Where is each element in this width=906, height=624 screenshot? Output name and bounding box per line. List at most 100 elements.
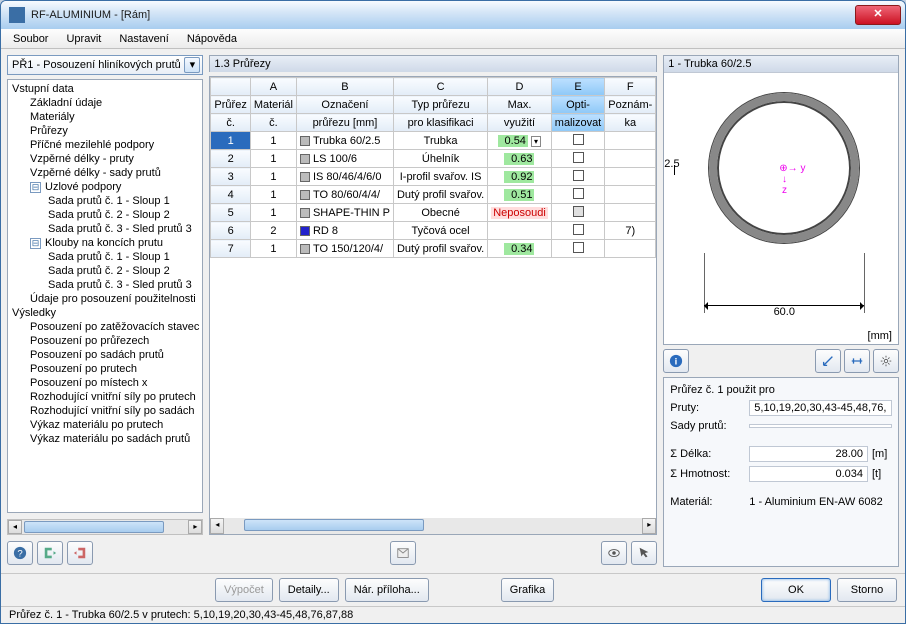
tree-item[interactable]: Rozhodující vnitřní síly po sadách [8, 404, 202, 418]
status-bar: Průřez č. 1 - Trubka 60/2.5 v prutech: 5… [1, 606, 905, 623]
tree-item[interactable]: Rozhodující vnitřní síly po prutech [8, 390, 202, 404]
tree-item[interactable]: Sada prutů č. 1 - Sloup 1 [8, 194, 202, 208]
menu-napoveda[interactable]: Nápověda [179, 31, 245, 47]
table-row[interactable]: 62RD 8Tyčová ocel7) [211, 222, 656, 240]
tree-item[interactable]: Sada prutů č. 3 - Sled prutů 3 [8, 222, 202, 236]
cross-sections-table[interactable]: ABCDEFPrůřezMateriálOznačeníTyp průřezuM… [209, 76, 657, 535]
info-button[interactable]: i [663, 349, 689, 373]
import-button[interactable] [37, 541, 63, 565]
tree-item[interactable]: Vzpěrné délky - sady prutů [8, 166, 202, 180]
tree-item[interactable]: Sada prutů č. 2 - Sloup 2 [8, 208, 202, 222]
preview-title: 1 - Trubka 60/2.5 [664, 56, 898, 73]
section-preview: 1 - Trubka 60/2.5 ⊕→ y ↓ z 2.5 60.0 [mm] [663, 55, 899, 345]
members-label: Pruty: [670, 402, 745, 414]
table-row[interactable]: 31IS 80/46/4/6/0I-profil svařov. IS0.92 [211, 168, 656, 186]
table-scrollbar[interactable]: ◂ ▸ [210, 518, 656, 534]
app-icon [9, 7, 25, 23]
nat-annex-button[interactable]: Nár. příloha... [345, 578, 429, 602]
info-panel: Průřez č. 1 použit pro Pruty: 5,10,19,20… [663, 377, 899, 567]
tree-item[interactable]: Průřezy [8, 124, 202, 138]
tree-item[interactable]: Posouzení po prutech [8, 362, 202, 376]
checkbox[interactable] [573, 242, 584, 253]
window-title: RF-ALUMINIUM - [Rám] [31, 9, 855, 21]
tree-item[interactable]: Posouzení po průřezech [8, 334, 202, 348]
scroll-left-icon[interactable]: ◂ [210, 518, 224, 534]
table-row[interactable]: 11Trubka 60/2.5Trubka0.54 ▾ [211, 132, 656, 150]
tree-item[interactable]: Vstupní data [8, 82, 202, 96]
checkbox[interactable] [573, 206, 584, 217]
tree-item[interactable]: Výkaz materiálu po prutech [8, 418, 202, 432]
dim-thickness-text: 2.5 [664, 158, 679, 170]
dimension-button[interactable] [844, 349, 870, 373]
ok-button[interactable]: OK [761, 578, 831, 602]
cancel-button[interactable]: Storno [837, 578, 897, 602]
dim-width: 60.0 [704, 305, 864, 318]
tree-item[interactable]: Výsledky [8, 306, 202, 320]
checkbox[interactable] [573, 152, 584, 163]
svg-text:?: ? [17, 549, 22, 560]
tree-item[interactable]: Uzlové podpory [8, 180, 202, 194]
checkbox[interactable] [573, 134, 584, 145]
checkbox[interactable] [573, 188, 584, 199]
scroll-right-icon[interactable]: ▸ [642, 518, 656, 534]
tree-item[interactable]: Příčné mezilehlé podpory [8, 138, 202, 152]
sets-value [749, 424, 892, 428]
menu-upravit[interactable]: Upravit [58, 31, 109, 47]
case-combo[interactable]: PŘ1 - Posouzení hliníkových prutů ▾ [7, 55, 203, 75]
tree-item[interactable]: Výkaz materiálu po sadách prutů [8, 432, 202, 446]
menu-bar: Soubor Upravit Nastavení Nápověda [1, 29, 905, 49]
menu-nastaveni[interactable]: Nastavení [111, 31, 177, 47]
length-value: 28.00 [749, 446, 868, 462]
axis-icon: ⊕→ y ↓ z [779, 163, 805, 196]
tree-item[interactable]: Základní údaje [8, 96, 202, 110]
tree-item[interactable]: Údaje pro posouzení použitelnosti [8, 292, 202, 306]
members-value: 5,10,19,20,30,43-45,48,76, [749, 400, 892, 416]
svg-text:i: i [675, 357, 678, 368]
view-button[interactable] [601, 541, 627, 565]
case-combo-text: PŘ1 - Posouzení hliníkových prutů [12, 59, 181, 71]
length-label: Σ Délka: [670, 448, 745, 460]
length-unit: [m] [872, 448, 892, 460]
tree-item[interactable]: Posouzení po zatěžovacích stavec [8, 320, 202, 334]
graphics-button[interactable]: Grafika [501, 578, 554, 602]
preview-unit: [mm] [868, 330, 892, 342]
tree-item[interactable]: Posouzení po místech x [8, 376, 202, 390]
calculate-button[interactable]: Výpočet [215, 578, 273, 602]
close-button[interactable]: ✕ [855, 5, 901, 25]
material-label: Materiál: [670, 496, 745, 508]
tree-scrollbar[interactable]: ◂ ▸ [7, 519, 203, 535]
navigator-tree[interactable]: Vstupní dataZákladní údajeMateriályPrůře… [7, 79, 203, 513]
settings-button[interactable] [873, 349, 899, 373]
table-row[interactable]: 21LS 100/6Úhelník0.63 [211, 150, 656, 168]
checkbox[interactable] [573, 170, 584, 181]
tree-item[interactable]: Sada prutů č. 1 - Sloup 1 [8, 250, 202, 264]
mass-value: 0.034 [749, 466, 868, 482]
table-row[interactable]: 71TO 150/120/4/Dutý profil svařov.0.34 [211, 240, 656, 258]
material-value: 1 - Aluminium EN-AW 6082 [749, 496, 892, 508]
table-row[interactable]: 41TO 80/60/4/4/Dutý profil svařov.0.51 [211, 186, 656, 204]
scroll-left-icon[interactable]: ◂ [8, 520, 22, 534]
scroll-right-icon[interactable]: ▸ [188, 520, 202, 534]
tree-item[interactable]: Sada prutů č. 3 - Sled prutů 3 [8, 278, 202, 292]
help-button[interactable]: ? [7, 541, 33, 565]
axis-button[interactable] [815, 349, 841, 373]
tree-item[interactable]: Materiály [8, 110, 202, 124]
scroll-thumb[interactable] [244, 519, 424, 531]
library-button[interactable] [390, 541, 416, 565]
tree-item[interactable]: Klouby na koncích prutu [8, 236, 202, 250]
select-button[interactable] [631, 541, 657, 565]
scroll-thumb[interactable] [24, 521, 164, 533]
table-title: 1.3 Průřezy [209, 55, 657, 72]
details-button[interactable]: Detaily... [279, 578, 339, 602]
chevron-down-icon: ▾ [184, 57, 200, 73]
tree-item[interactable]: Sada prutů č. 2 - Sloup 2 [8, 264, 202, 278]
mass-label: Σ Hmotnost: [670, 468, 745, 480]
info-heading: Průřez č. 1 použit pro [670, 384, 892, 396]
table-row[interactable]: 51SHAPE-THIN PObecnéNeposoudi [211, 204, 656, 222]
tree-item[interactable]: Vzpěrné délky - pruty [8, 152, 202, 166]
export-button[interactable] [67, 541, 93, 565]
checkbox[interactable] [573, 224, 584, 235]
tree-item[interactable]: Posouzení po sadách prutů [8, 348, 202, 362]
mass-unit: [t] [872, 468, 892, 480]
menu-soubor[interactable]: Soubor [5, 31, 56, 47]
